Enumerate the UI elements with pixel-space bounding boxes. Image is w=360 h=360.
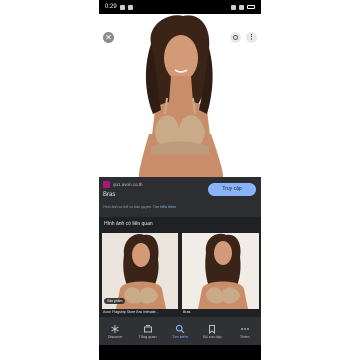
related-image-caption: Avon Flagship Store Bra Intimate...: [103, 310, 159, 314]
wifi-icon: [239, 4, 244, 10]
related-heading: Hình ảnh có liên quan: [104, 221, 153, 227]
hero-image[interactable]: ✕ ⋮: [99, 14, 261, 177]
status-left: 0:29: [105, 4, 133, 10]
site-row[interactable]: qu1.avon.co.th: [103, 181, 143, 188]
site-domain: qu1.avon.co.th: [113, 182, 143, 187]
asterisk-icon: [111, 324, 119, 333]
system-navigation-bar: [99, 345, 261, 360]
avon-favicon-icon: [103, 181, 110, 188]
result-title[interactable]: Bras: [103, 192, 115, 198]
nav-item-collections[interactable]: Bộ sưu tập: [197, 324, 227, 339]
close-button[interactable]: ✕: [103, 32, 114, 43]
search-icon: [175, 324, 185, 333]
result-info-panel: qu1.avon.co.th Bras Hình ảnh có thể có b…: [99, 177, 261, 217]
notification-icon: [119, 4, 125, 10]
google-lens-button[interactable]: [230, 32, 241, 43]
status-bar: 0:29: [99, 0, 261, 14]
notification-icon: [127, 4, 133, 10]
updates-icon: [143, 324, 152, 332]
bottom-navigation: Discover Tổng quan Tìm kiếm Bộ sưu tập T…: [99, 317, 261, 345]
bookmark-icon: [209, 324, 216, 334]
visit-button[interactable]: Truy cập: [208, 183, 256, 196]
related-image-card[interactable]: Sản phẩm Avon Flagship Store Bra Intimat…: [102, 233, 178, 319]
related-image-caption: Bras: [183, 310, 191, 314]
copyright-notice: Hình ảnh có thể có bản quyền. Tìm hiểu t…: [103, 205, 176, 209]
more-vert-icon: ⋮: [248, 34, 255, 41]
more-horiz-icon: [240, 327, 249, 330]
status-right: [231, 4, 255, 10]
product-badge: Sản phẩm: [104, 298, 126, 304]
nav-item-search[interactable]: Tìm kiếm: [165, 324, 195, 339]
nav-label: Tổng quan: [138, 334, 157, 339]
close-icon: ✕: [105, 33, 112, 42]
nav-item-overview[interactable]: Tổng quan: [133, 324, 163, 339]
related-images-section: Hình ảnh có liên quan Sản phẩm Avon Flag…: [99, 217, 261, 317]
signal-icon: [231, 4, 236, 10]
related-image-thumbnail: [182, 233, 259, 309]
nav-item-more[interactable]: Thêm: [230, 324, 260, 339]
phone-screen: 0:29 ✕ ⋮ qu1.avon.co.th Bras Hình ảnh có…: [99, 0, 261, 360]
more-options-button[interactable]: ⋮: [246, 32, 257, 43]
model-photo-thumbnail: [182, 233, 259, 309]
nav-label: Bộ sưu tập: [203, 334, 222, 339]
battery-icon: [247, 5, 255, 9]
learn-more-link[interactable]: Tìm hiểu thêm: [153, 205, 176, 209]
copyright-text: Hình ảnh có thể có bản quyền.: [103, 205, 152, 209]
google-lens-icon: [233, 35, 238, 40]
nav-label: Thêm: [239, 334, 250, 339]
status-time: 0:29: [105, 4, 117, 10]
related-image-card[interactable]: Bras: [182, 233, 259, 319]
nav-label: Discover: [107, 334, 123, 339]
nav-label: Tìm kiếm: [172, 334, 188, 339]
nav-item-discover[interactable]: Discover: [100, 324, 130, 339]
